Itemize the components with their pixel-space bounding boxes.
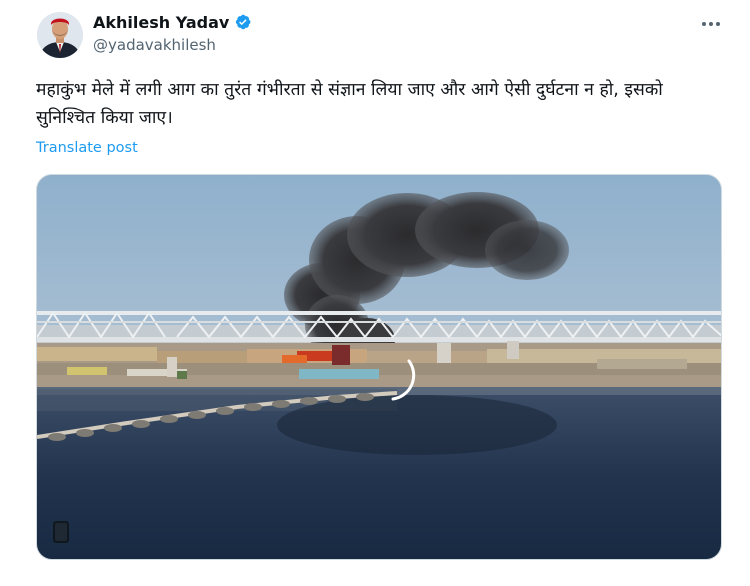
post-text: महाकुंभ मेले में लगी आग का तुरंत गंभीरता… <box>36 80 663 128</box>
tweet-post: Akhilesh Yadav @yadavakhilesh महाकुंभ मे… <box>0 0 750 586</box>
translate-post-link[interactable]: Translate post <box>36 140 138 156</box>
name-row: Akhilesh Yadav <box>93 11 252 33</box>
video-media[interactable] <box>36 174 722 560</box>
verified-badge-icon <box>234 13 252 31</box>
avatar[interactable] <box>37 12 83 58</box>
display-name[interactable]: Akhilesh Yadav <box>93 13 229 32</box>
video-playback-icon[interactable] <box>53 521 69 543</box>
more-options-icon[interactable] <box>698 14 724 34</box>
video-thumbnail <box>37 175 721 559</box>
post-header: Akhilesh Yadav @yadavakhilesh <box>93 11 252 54</box>
author-handle[interactable]: @yadavakhilesh <box>93 36 252 54</box>
avatar-image <box>37 12 83 58</box>
